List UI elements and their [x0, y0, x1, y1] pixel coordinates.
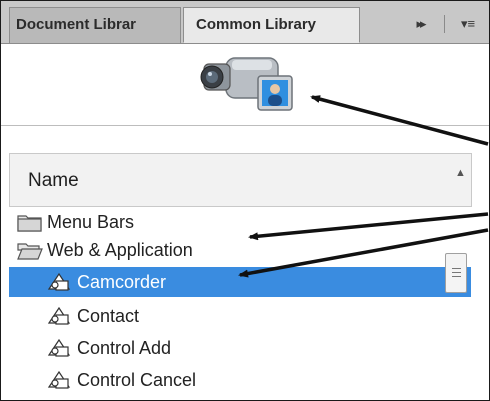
scrollbar-grip — [452, 272, 461, 273]
symbol-icon — [47, 370, 71, 389]
panel-menu-icon[interactable]: ▾≡ — [453, 13, 483, 35]
tab-common-library[interactable]: Common Library — [183, 7, 360, 43]
list-item-label: Contact — [77, 306, 140, 326]
list-item[interactable]: Contact — [9, 301, 471, 331]
list-item[interactable]: Web & Application — [9, 235, 471, 265]
camcorder-preview-icon — [200, 57, 293, 111]
tab-document-library[interactable]: Document Librar — [9, 7, 181, 43]
column-header-name[interactable]: Name — [28, 170, 79, 192]
list-item[interactable]: Menu Bars — [9, 207, 471, 237]
list-item-selected[interactable]: Camcorder — [9, 267, 471, 297]
folder-closed-icon — [17, 215, 42, 232]
list-item-label: Control Add — [77, 338, 172, 358]
list-item-label: Camcorder — [77, 272, 167, 292]
collapse-panel-icon[interactable]: ▸▸ — [408, 13, 432, 35]
scrollbar-grip — [452, 276, 461, 277]
folder-open-icon — [17, 243, 43, 260]
symbol-icon — [47, 306, 71, 325]
scrollbar-grip — [452, 268, 461, 269]
symbol-icon — [47, 272, 71, 291]
list-header[interactable]: Name — [9, 153, 472, 207]
list-item-label: Menu Bars — [47, 212, 135, 232]
list-item[interactable]: Control Add — [9, 333, 471, 363]
list-item[interactable]: Control Cancel — [9, 365, 471, 395]
tab-bar: Document Librar Common Library ▸▸ ▾≡ — [1, 1, 489, 44]
symbol-icon — [47, 338, 71, 357]
symbol-preview — [1, 44, 489, 126]
scrollbar-thumb[interactable] — [445, 253, 467, 293]
tab-divider — [444, 15, 445, 33]
list-item-label: Web & Application — [47, 240, 193, 260]
library-panel: Document Librar Common Library ▸▸ ▾≡ Nam… — [0, 0, 490, 401]
list-item-label: Control Cancel — [77, 370, 197, 390]
scroll-up-arrow-icon[interactable]: ▲ — [455, 167, 466, 179]
